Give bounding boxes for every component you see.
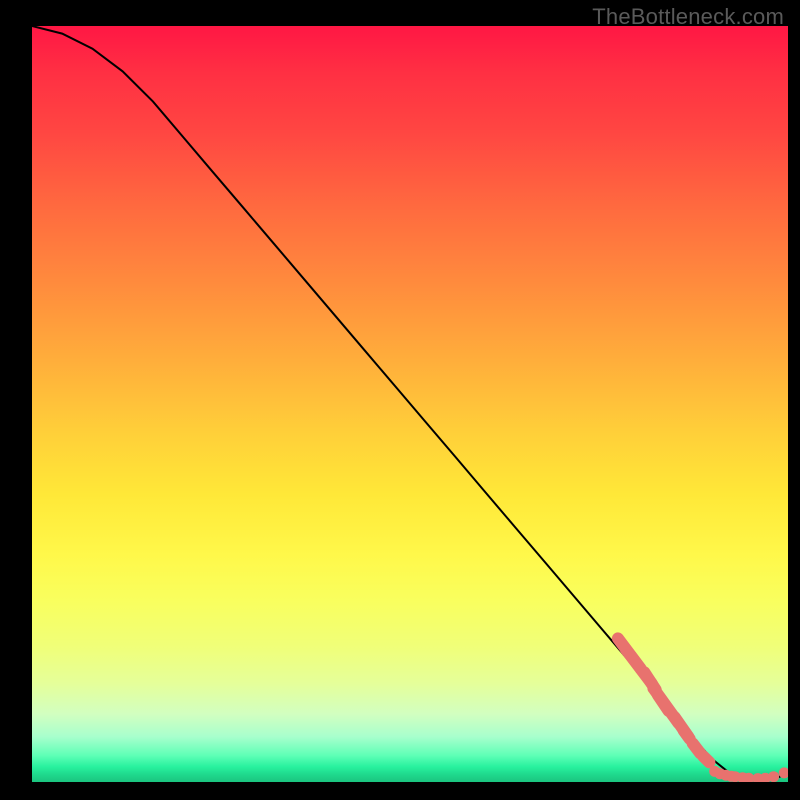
marker-segment [693,743,701,753]
plot-area [32,26,788,782]
main-curve [32,26,788,781]
marker-segments-group [618,638,710,762]
marker-dots-group [709,766,788,782]
chart-svg [32,26,788,782]
marker-segment [684,731,690,739]
marker-segment [703,756,709,762]
marker-dot [768,771,779,782]
watermark-text: TheBottleneck.com [592,4,784,30]
